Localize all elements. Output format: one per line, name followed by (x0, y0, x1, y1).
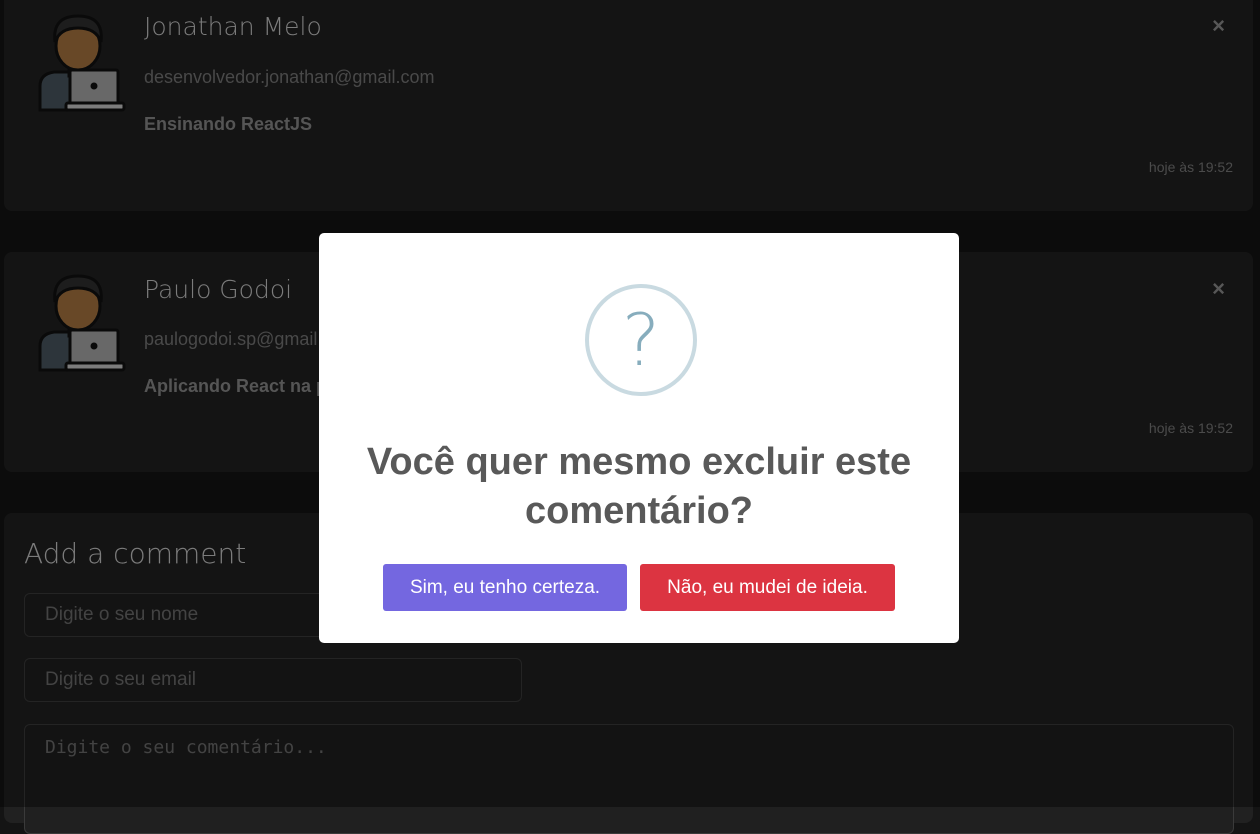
confirm-delete-dialog: ? Você quer mesmo excluir este comentári… (319, 233, 959, 643)
dialog-title: Você quer mesmo excluir este comentário? (366, 441, 912, 532)
confirm-delete-button[interactable]: Sim, eu tenho certeza. (383, 564, 627, 611)
question-icon: ? (585, 284, 697, 396)
cancel-delete-button[interactable]: Não, eu mudei de ideia. (640, 564, 895, 611)
